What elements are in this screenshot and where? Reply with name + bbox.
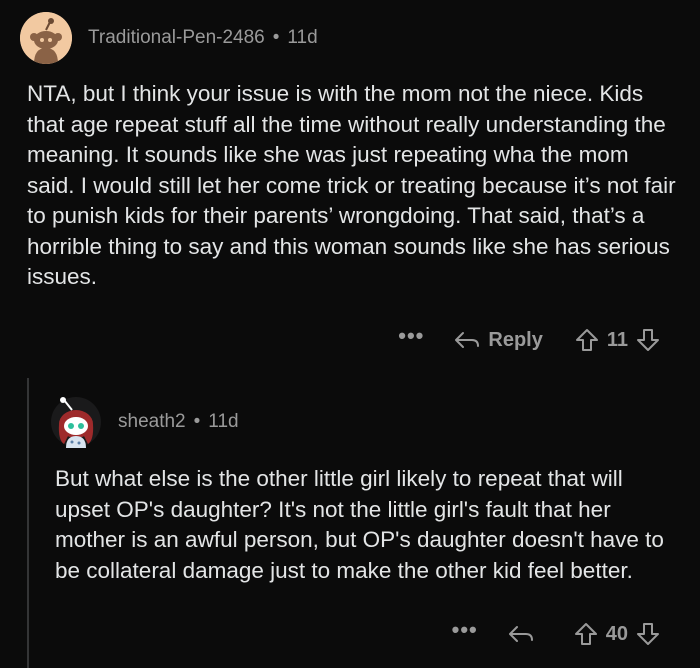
comment-actions: ••• 40 [452, 619, 660, 646]
reply-arrow-icon [455, 332, 480, 348]
snoo-redhead-avatar-icon[interactable] [50, 396, 102, 448]
snoo-avatar-icon[interactable] [20, 12, 72, 64]
author-name[interactable]: Traditional-Pen-2486 [88, 27, 265, 49]
reply-label: Reply [488, 328, 543, 351]
comment-age: 11d [287, 27, 318, 48]
separator-dot: • [193, 411, 201, 432]
thread-line[interactable] [27, 378, 29, 668]
downvote-arrow-icon[interactable] [636, 328, 660, 352]
more-options-icon[interactable]: ••• [398, 325, 424, 347]
comment-body: NTA, but I think your issue is with the … [27, 81, 676, 289]
downvote-arrow-icon[interactable] [636, 622, 660, 646]
author-name[interactable]: sheath2 [118, 411, 186, 433]
upvote-arrow-icon[interactable] [575, 328, 599, 352]
vote-score: 40 [605, 622, 628, 645]
comment-age: 11d [208, 411, 239, 432]
comment-meta: Traditional-Pen-2486 • 11d [88, 27, 318, 49]
vote-score: 11 [606, 328, 628, 351]
vote-controls: 40 [574, 622, 660, 646]
separator-dot: • [272, 27, 280, 48]
comment-actions: ••• Reply 11 [398, 325, 660, 352]
comment-meta: sheath2 • 11d [118, 411, 239, 433]
comment-body: But what else is the other little girl l… [55, 466, 664, 583]
upvote-arrow-icon[interactable] [574, 622, 598, 646]
more-options-icon[interactable]: ••• [452, 619, 478, 641]
reply-button[interactable]: Reply [454, 328, 543, 352]
reply-button[interactable] [508, 624, 542, 644]
comment-header: Traditional-Pen-2486 • 11d [20, 12, 318, 64]
reply-comment-header: sheath2 • 11d [50, 396, 239, 448]
vote-controls: 11 [575, 328, 660, 352]
reply-arrow-icon [508, 626, 533, 642]
